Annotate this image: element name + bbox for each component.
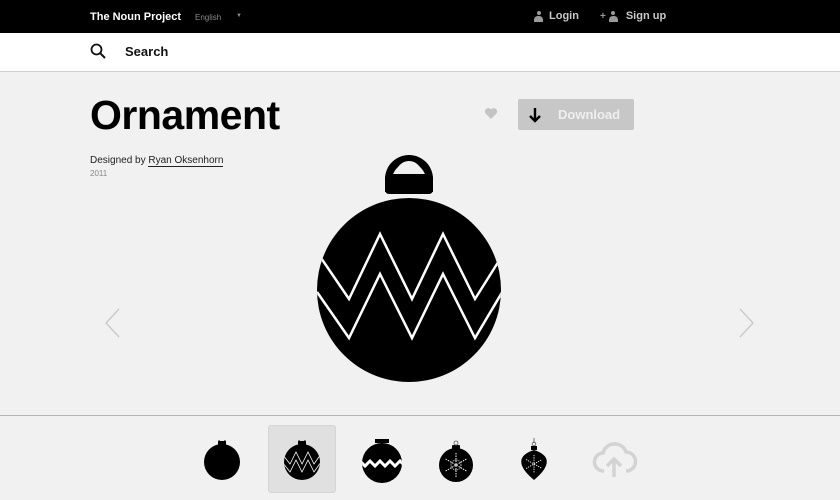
designer-link[interactable]: Ryan Oksenhorn (148, 155, 224, 167)
search-bar[interactable]: Search (0, 33, 840, 72)
brand-logo[interactable]: The Noun Project (90, 11, 181, 23)
designed-by-prefix: Designed by (90, 155, 146, 166)
plus-icon: + (600, 10, 606, 22)
signup-label: Sign up (625, 10, 667, 22)
next-arrow-icon[interactable] (737, 307, 755, 339)
heart-icon[interactable] (484, 107, 498, 120)
chevron-down-icon[interactable]: ▼ (236, 13, 242, 19)
search-icon[interactable] (90, 43, 106, 59)
download-label: Download (558, 107, 621, 122)
login-label: Login (549, 10, 579, 22)
top-navigation-bar: The Noun Project English ▼ Login + Sign … (0, 0, 840, 33)
thumbnail-plain-ornament[interactable] (188, 425, 256, 493)
download-button[interactable]: Download (518, 99, 634, 130)
zigzag-ornament-icon (284, 438, 320, 480)
icon-year: 2011 (90, 169, 108, 178)
thumbnail-wave-band-ornament[interactable] (348, 425, 416, 493)
search-input[interactable]: Search (125, 44, 168, 59)
snowflake-drop-ornament-icon (521, 438, 547, 480)
language-selector[interactable]: English (195, 13, 221, 22)
thumbnail-zigzag-ornament[interactable] (268, 425, 336, 493)
thumbnail-upload-cloud[interactable] (580, 425, 648, 493)
user-icon (608, 10, 618, 22)
snowflake-round-ornament-icon (439, 440, 473, 482)
upload-cloud-icon (592, 442, 638, 477)
signup-link[interactable]: + Sign up (600, 10, 666, 22)
download-arrow-icon (529, 107, 541, 123)
user-icon (534, 10, 543, 22)
thumbnail-snowflake-drop-ornament[interactable] (500, 425, 568, 493)
designer-credit: Designed by Ryan Oksenhorn (90, 155, 224, 167)
ornament-icon (317, 155, 501, 382)
login-link[interactable]: Login (534, 10, 579, 22)
previous-arrow-icon[interactable] (104, 307, 122, 339)
plain-ornament-icon (204, 438, 240, 480)
wave-band-ornament-icon (362, 439, 402, 483)
thumbnail-snowflake-round-ornament[interactable] (422, 425, 490, 493)
icon-title: Ornament (90, 92, 280, 138)
related-icons-strip (0, 415, 840, 500)
